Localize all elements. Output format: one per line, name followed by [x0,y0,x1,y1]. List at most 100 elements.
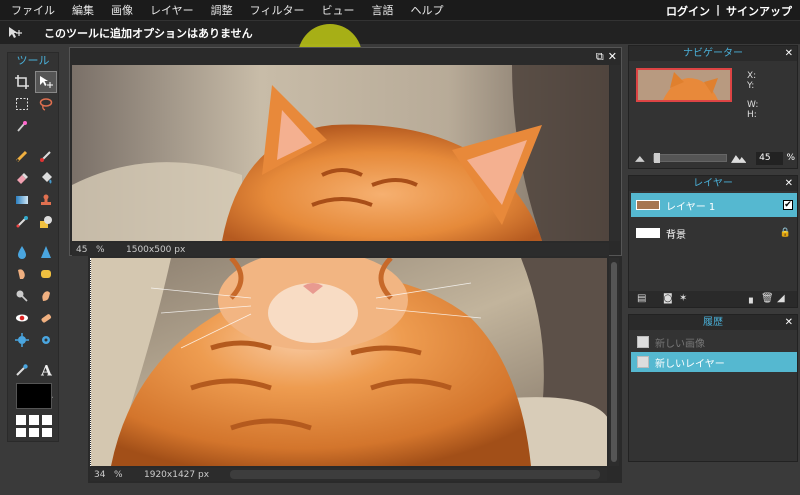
navigator-zoom-input[interactable]: 45 [756,151,784,165]
doc1-canvas[interactable] [72,65,609,241]
doc1-vertical-scrollbar[interactable] [610,65,620,241]
navigator-title: ナビゲーター ✕ [629,46,797,61]
lasso-tool-icon[interactable] [35,93,57,115]
auth-separator: | [715,3,720,16]
history-panel: 履歴 ✕ 新しい画像 新しいレイヤー [628,314,798,462]
doc1-zoom-value[interactable]: 45 [76,245,96,255]
blur-tool-icon[interactable] [11,241,33,263]
menu-edit[interactable]: 編集 [72,2,94,18]
zoom-slider-knob[interactable] [653,153,660,163]
drawing-tool-icon[interactable] [35,211,57,233]
doc2-canvas[interactable] [90,258,607,466]
navigator-y-label: Y: [747,81,755,91]
doc2-vertical-scrollbar[interactable] [609,258,619,466]
delete-layer-icon[interactable]: 🗑 [761,294,774,304]
history-item-new-image[interactable]: 新しい画像 [631,332,797,352]
toolbox: ツール A [7,52,59,442]
menu-filter[interactable]: フィルター [250,2,305,18]
navigator-panel: ナビゲーター ✕ X: Y: W: H: 45 % [628,45,798,169]
restore-window-icon[interactable]: ⧉ [596,51,604,62]
document-window-2: 34 % 1920x1427 px [88,256,622,483]
brush-tool-icon[interactable] [35,145,57,167]
options-message: このツールに追加オプションはありません [44,26,253,40]
lock-icon: 🔒 [779,228,791,238]
doc1-zoom-unit: % [96,244,105,255]
doc2-statusbar: 34 % 1920x1427 px [90,468,607,481]
layers-title: レイヤー ✕ [629,176,797,191]
navigator-thumbnail[interactable] [636,68,732,102]
marquee-tool-icon[interactable] [11,93,33,115]
zoom-slider[interactable] [652,153,727,163]
menu-layer[interactable]: レイヤー [150,2,194,18]
navigator-thumbnail-image [638,70,730,100]
layers-close-icon[interactable]: ✕ [785,176,793,191]
zoom-in-mountain-icon[interactable] [730,153,747,163]
empty-slot [35,115,57,137]
sharpen-tool-icon[interactable] [35,241,57,263]
menu-view[interactable]: ビュー [321,2,354,18]
cat-photo-wide [72,65,609,241]
layer-thumbnail [636,200,660,210]
stamp-tool-icon[interactable] [35,189,57,211]
history-item-label: 新しいレイヤー [655,358,725,370]
eraser-tool-icon[interactable] [11,167,33,189]
doc1-titlebar: ⧉ ✕ [70,48,621,64]
navigator-x-label: X: [747,71,757,81]
options-bar: このツールに追加オプションはありません [0,20,800,44]
color-replace-tool-icon[interactable] [11,211,33,233]
menu-adjust[interactable]: 調整 [211,2,233,18]
login-link[interactable]: ログイン [666,3,710,19]
doc2-scroll-thumb[interactable] [611,262,617,462]
navigator-close-icon[interactable]: ✕ [785,46,793,61]
red-eye-tool-icon[interactable] [11,307,33,329]
spot-heal-tool-icon[interactable] [35,307,57,329]
layer-visibility-checkbox[interactable]: ✔ [783,200,793,210]
menu-image[interactable]: 画像 [111,2,133,18]
pencil-tool-icon[interactable] [11,145,33,167]
history-item-new-layer[interactable]: 新しいレイヤー [631,352,797,372]
new-layer-icon[interactable]: ▗ [745,294,755,304]
history-close-icon[interactable]: ✕ [785,315,793,330]
layer-row-background[interactable]: 背景 🔒 [631,221,797,245]
doc2-horizontal-scrollbar[interactable] [230,470,600,479]
bloat-tool-icon[interactable] [11,329,33,351]
layers-footer: ▤ ◙ ✶ ▗ 🗑 ◢ [629,291,797,307]
color-picker-tool-icon[interactable] [11,359,33,381]
magic-wand-tool-icon[interactable] [11,115,33,137]
close-window-icon[interactable]: ✕ [608,51,617,62]
smudge-tool-icon[interactable] [11,263,33,285]
layer-mask-icon[interactable]: ◙ [663,294,673,304]
gradient-tool-icon[interactable] [11,189,33,211]
layer-settings-icon[interactable]: ▤ [637,294,647,304]
color-swatch[interactable] [16,383,52,409]
layers-panel: レイヤー ✕ レイヤー 1 ✔ 背景 🔒 ▤ ◙ ✶ ▗ 🗑 ◢ [628,175,798,308]
grid-icon[interactable] [16,415,52,437]
auth-links: ログイン | サインアップ [666,3,792,19]
toolbox-separator [11,351,57,359]
burn-tool-icon[interactable] [35,285,57,307]
toolbox-separator [11,137,57,145]
pinch-tool-icon[interactable] [35,329,57,351]
dodge-tool-icon[interactable] [11,285,33,307]
crop-tool-icon[interactable] [11,71,33,93]
menu-help[interactable]: ヘルプ [410,2,443,18]
history-item-label: 新しい画像 [655,338,705,350]
type-tool-icon[interactable]: A [35,359,57,381]
toolbox-separator [11,233,57,241]
menu-language[interactable]: 言語 [371,2,393,18]
document-window-1: ⧉ ✕ 45 % 1500x500 px [69,47,622,256]
history-document-icon [637,356,649,368]
layer-style-icon[interactable]: ✶ [679,294,689,304]
move-tool-button-icon[interactable] [35,71,57,93]
zoom-out-mountain-icon[interactable] [635,154,645,162]
sponge-tool-icon[interactable] [35,263,57,285]
doc2-zoom-value[interactable]: 34 [94,470,114,480]
resize-handle-icon[interactable]: ◢ [777,294,787,304]
layer-row-layer1[interactable]: レイヤー 1 ✔ [631,193,797,217]
fill-tool-icon[interactable] [35,167,57,189]
menu-file[interactable]: ファイル [11,2,55,18]
layer-name: レイヤー 1 [666,201,716,213]
history-document-icon [637,336,649,348]
signup-link[interactable]: サインアップ [726,3,792,19]
doc1-statusbar: 45 % 1500x500 px [72,243,609,256]
